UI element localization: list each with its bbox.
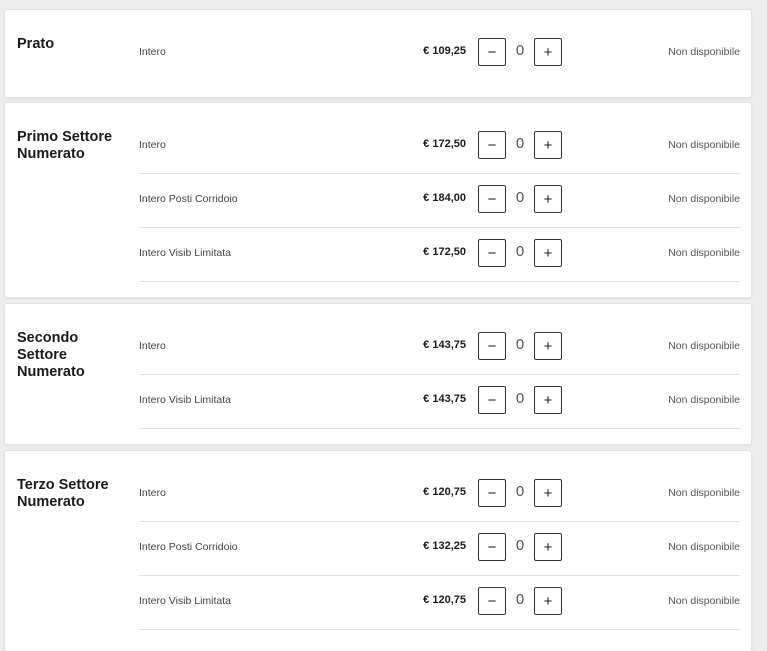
sector-card-primo-settore: Primo Settore Numerato Intero € 172,50 −… <box>5 103 751 297</box>
quantity-value: 0 <box>515 189 525 206</box>
availability-status: Non disponibile <box>668 340 740 352</box>
decrease-quantity-button[interactable]: − <box>478 479 506 507</box>
ticket-row: Intero € 109,25 − 0 + Non disponibile <box>139 26 740 80</box>
ticket-price: € 143,75 <box>423 339 466 351</box>
quantity-value: 0 <box>515 42 525 59</box>
quantity-value: 0 <box>515 135 525 152</box>
quantity-value: 0 <box>515 336 525 353</box>
sector-title: Primo Settore Numerato <box>17 129 113 162</box>
ticket-label: Intero Visib Limitata <box>139 394 232 406</box>
decrease-quantity-button[interactable]: − <box>478 533 506 561</box>
ticket-row: Intero Posti Corridoio € 184,00 − 0 + No… <box>139 173 740 228</box>
sector-card-terzo-settore: Terzo Settore Numerato Intero € 120,75 −… <box>5 451 751 651</box>
availability-status: Non disponibile <box>668 139 740 151</box>
ticket-price: € 172,50 <box>423 246 466 258</box>
quantity-value: 0 <box>515 243 525 260</box>
decrease-quantity-button[interactable]: − <box>478 131 506 159</box>
decrease-quantity-button[interactable]: − <box>478 38 506 66</box>
increase-quantity-button[interactable]: + <box>534 185 562 213</box>
ticket-row: Intero € 143,75 − 0 + Non disponibile <box>139 320 740 375</box>
ticket-row: Intero Posti Corridoio € 132,25 − 0 + No… <box>139 521 740 576</box>
quantity-value: 0 <box>515 483 525 500</box>
ticket-label: Intero <box>139 139 166 151</box>
availability-status: Non disponibile <box>668 487 740 499</box>
decrease-quantity-button[interactable]: − <box>478 185 506 213</box>
availability-status: Non disponibile <box>668 595 740 607</box>
quantity-value: 0 <box>515 591 525 608</box>
ticket-row: Intero Visib Limitata € 143,75 − 0 + Non… <box>139 374 740 429</box>
ticket-label: Intero Posti Corridoio <box>139 541 238 553</box>
ticket-label: Intero <box>139 340 166 352</box>
sector-title: Secondo Settore Numerato <box>17 330 85 380</box>
ticket-label: Intero Visib Limitata <box>139 595 232 607</box>
ticket-price: € 120,75 <box>423 594 466 606</box>
increase-quantity-button[interactable]: + <box>534 587 562 615</box>
sector-card-secondo-settore: Secondo Settore Numerato Intero € 143,75… <box>5 304 751 444</box>
ticket-label: Intero <box>139 487 166 499</box>
decrease-quantity-button[interactable]: − <box>478 239 506 267</box>
increase-quantity-button[interactable]: + <box>534 533 562 561</box>
ticket-price: € 120,75 <box>423 486 466 498</box>
decrease-quantity-button[interactable]: − <box>478 386 506 414</box>
quantity-value: 0 <box>515 390 525 407</box>
quantity-value: 0 <box>515 537 525 554</box>
ticket-price: € 184,00 <box>423 192 466 204</box>
increase-quantity-button[interactable]: + <box>534 131 562 159</box>
ticket-row: Intero Visib Limitata € 120,75 − 0 + Non… <box>139 575 740 630</box>
decrease-quantity-button[interactable]: − <box>478 587 506 615</box>
sector-title: Prato <box>17 36 55 52</box>
ticket-row: Intero Visib Limitata € 172,50 − 0 + Non… <box>139 227 740 282</box>
ticket-price: € 172,50 <box>423 138 466 150</box>
increase-quantity-button[interactable]: + <box>534 386 562 414</box>
decrease-quantity-button[interactable]: − <box>478 332 506 360</box>
availability-status: Non disponibile <box>668 541 740 553</box>
increase-quantity-button[interactable]: + <box>534 239 562 267</box>
ticket-price: € 132,25 <box>423 540 466 552</box>
availability-status: Non disponibile <box>668 247 740 259</box>
sector-card-prato: Prato Intero € 109,25 − 0 + Non disponib… <box>5 10 751 97</box>
availability-status: Non disponibile <box>668 46 740 58</box>
availability-status: Non disponibile <box>668 394 740 406</box>
increase-quantity-button[interactable]: + <box>534 479 562 507</box>
ticket-price: € 143,75 <box>423 393 466 405</box>
increase-quantity-button[interactable]: + <box>534 332 562 360</box>
ticket-row: Intero € 120,75 − 0 + Non disponibile <box>139 467 740 522</box>
ticket-price: € 109,25 <box>423 45 466 57</box>
increase-quantity-button[interactable]: + <box>534 38 562 66</box>
ticket-label: Intero Posti Corridoio <box>139 193 238 205</box>
ticket-label: Intero Visib Limitata <box>139 247 232 259</box>
ticket-row: Intero € 172,50 − 0 + Non disponibile <box>139 119 740 174</box>
availability-status: Non disponibile <box>668 193 740 205</box>
sector-title: Terzo Settore Numerato <box>17 477 109 510</box>
ticket-label: Intero <box>139 46 166 58</box>
